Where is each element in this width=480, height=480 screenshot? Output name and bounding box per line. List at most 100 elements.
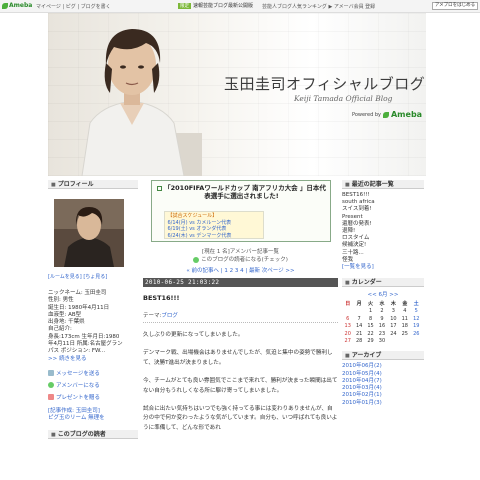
calendar-day[interactable]: 14 xyxy=(353,323,364,331)
calendar-day xyxy=(342,308,353,316)
weekday-header: 水 xyxy=(379,301,385,308)
recent-article-link[interactable]: 候補決定! xyxy=(342,242,424,249)
calendar-day[interactable]: 1 xyxy=(365,308,376,316)
header-portrait-photo xyxy=(81,29,202,176)
message-icon xyxy=(48,369,54,376)
sidebar-link[interactable]: ピグ玉のリーム 無理を xyxy=(48,415,138,422)
calendar-day xyxy=(353,308,364,316)
blog-header[interactable]: 玉田圭司オフィシャルブログ Keiji Tamada Official Blog… xyxy=(48,13,426,176)
calendar-day[interactable]: 9 xyxy=(376,315,387,323)
entry-title[interactable]: BEST16!!! xyxy=(143,294,338,302)
calendar-day[interactable]: 11 xyxy=(399,315,410,323)
member-icon xyxy=(48,381,54,388)
weekday-header: 月 xyxy=(356,301,362,308)
recent-article-link[interactable]: Present xyxy=(342,214,424,221)
recent-article-link[interactable]: スイス到着! xyxy=(342,206,424,213)
topbar-promo[interactable]: 限定 速報芸能ブログ最新公開版 xyxy=(178,2,253,9)
topbar-promo-secondary[interactable]: 芸能人ブログ人気ランキング ▶ アメーバ会員 登録 xyxy=(262,3,375,10)
calendar-day[interactable]: 30 xyxy=(376,338,387,346)
calendar-day[interactable]: 21 xyxy=(353,330,364,338)
calendar-day[interactable]: 4 xyxy=(399,308,410,316)
calendar-week-row: 20 21 22 23 24 25 26 xyxy=(342,330,422,338)
reader-icon xyxy=(193,257,200,263)
calendar-day[interactable]: 10 xyxy=(388,315,399,323)
entry-pager[interactable]: « 前の記事へ | 1 2 3 4 | 最新 次ページ >> xyxy=(143,266,338,274)
calendar-days: 1 2 3 4 5 6 7 8 9 10 11 12 13 14 15 16 17 18 19 20 21 22 23 24 2… xyxy=(342,308,422,346)
calendar-day[interactable]: 19 xyxy=(411,323,422,331)
calendar-day[interactable]: 18 xyxy=(399,323,410,331)
promo-text: 速報芸能ブログ最新公開版 xyxy=(193,3,254,9)
profile-details: ニックネーム: 玉田圭司 性別: 男性 誕生日: 1980年4月11日 血液型:… xyxy=(48,290,124,363)
sidebar-links: [記事作成: 玉田圭司] ピグ玉のリーム 無理を xyxy=(48,408,138,422)
sidebar-link[interactable]: [記事作成: 玉田圭司] xyxy=(48,408,138,415)
recent-article-link[interactable]: 還暦の発表! xyxy=(342,221,424,228)
calendar-table: 日 月 火 水 木 金 土 1 2 3 4 5 6 7 8 9 10 11 12 13 14 15 16 17 1… xyxy=(342,300,422,345)
recent-articles-heading: 最近の記事一覧 xyxy=(342,180,424,189)
calendar-day xyxy=(411,338,422,346)
archive-link[interactable]: 2010年01月(3) xyxy=(342,400,424,407)
calendar-day[interactable]: 17 xyxy=(388,323,399,331)
calendar-day[interactable]: 27 xyxy=(342,338,353,346)
archive-heading: アーカイブ xyxy=(342,351,424,361)
calendar-week-row: 12345 xyxy=(342,308,422,316)
profile-more-link[interactable]: >> 続きを見る xyxy=(48,356,124,363)
calendar-day[interactable]: 13 xyxy=(342,323,353,331)
weekday-header: 日 xyxy=(345,301,351,308)
archive-link[interactable]: 2010年06月(2) xyxy=(342,363,424,370)
recent-article-link[interactable]: 三十路... xyxy=(342,250,424,257)
send-gift-button[interactable]: プレゼントを贈る xyxy=(48,393,138,401)
entry-theme: テーマ:ブログ xyxy=(143,311,338,323)
send-message-button[interactable]: メッセージを送る xyxy=(48,369,138,377)
calendar-day[interactable]: 25 xyxy=(399,330,410,338)
topbar-links[interactable]: マイページ | ピグ | ブログを書く xyxy=(36,3,111,10)
schedule-item[interactable]: 6/24(木) vs デンマーク代表 xyxy=(168,233,260,240)
start-blog-button[interactable]: アメブロをはじめる xyxy=(432,2,478,10)
calendar-day[interactable]: 8 xyxy=(365,315,376,323)
worldcup-promo-box[interactable]: 「2010FIFAワールドカップ 南アフリカ大会 」日本代表選手に選出されました… xyxy=(150,180,331,242)
calendar-day[interactable]: 12 xyxy=(411,315,422,323)
weekday-header: 木 xyxy=(390,301,396,308)
calendar-day[interactable]: 24 xyxy=(388,330,399,338)
weekday-header: 土 xyxy=(413,301,419,308)
calendar-month-nav[interactable]: << 6月 >> xyxy=(342,290,424,298)
become-member-button[interactable]: アメンバーになる xyxy=(48,381,138,389)
main-content: 「2010FIFAワールドカップ 南アフリカ大会 」日本代表選手に選出されました… xyxy=(143,180,338,442)
calendar-day[interactable]: 7 xyxy=(353,315,364,323)
recent-article-link[interactable]: 怪我 xyxy=(342,257,424,264)
gift-icon xyxy=(48,393,54,400)
calendar-day[interactable]: 16 xyxy=(376,323,387,331)
blog-title[interactable]: 玉田圭司オフィシャルブログ xyxy=(224,73,425,94)
calendar-heading: カレンダー xyxy=(342,278,424,288)
profile-photo[interactable] xyxy=(54,199,124,267)
entry-date: 2010-06-25 21:03:22 xyxy=(143,278,338,287)
calendar-day[interactable]: 5 xyxy=(411,308,422,316)
member-articles-link[interactable]: [現在 1 名]アメンバー記事一覧 xyxy=(143,248,338,256)
ameba-logo[interactable]: Ameba xyxy=(2,2,32,9)
become-reader-link[interactable]: このブログの読者になる(チェック) xyxy=(143,256,338,264)
archive-link[interactable]: 2010年02月(1) xyxy=(342,392,424,399)
theme-link[interactable]: ブログ xyxy=(161,313,178,319)
calendar-day[interactable]: 29 xyxy=(365,338,376,346)
powered-by-ameba[interactable]: Powered by Ameba xyxy=(352,110,422,119)
calendar-week-row: 27 28 29 30 xyxy=(342,338,422,346)
calendar-day[interactable]: 15 xyxy=(365,323,376,331)
calendar-day[interactable]: 3 xyxy=(388,308,399,316)
weekday-header: 火 xyxy=(368,301,374,308)
calendar-day[interactable]: 28 xyxy=(353,338,364,346)
match-schedule: 【試合スケジュール】 6/14(月) vs カメルーン代表 6/19(土) vs… xyxy=(163,211,264,240)
promo-badge: 限定 xyxy=(178,2,191,9)
profile-room-links[interactable]: [ルームを見る] [ちょ見る] xyxy=(48,273,138,280)
calendar-day[interactable]: 6 xyxy=(342,315,353,323)
entry-paragraph: デンマーク戦、出場機会はありませんでしたが、気迫と集中の姿勢で勝利して、決勝T進… xyxy=(143,350,333,366)
calendar-day[interactable]: 22 xyxy=(365,330,376,338)
readers-heading: このブログの読者 xyxy=(48,429,138,439)
blog-sub-links: [現在 1 名]アメンバー記事一覧 このブログの読者になる(チェック) xyxy=(143,248,338,264)
archive-link[interactable]: 2010年05月(4) xyxy=(342,371,424,378)
weekday-header: 金 xyxy=(402,301,408,308)
calendar-day[interactable]: 26 xyxy=(411,330,422,338)
calendar-day[interactable]: 23 xyxy=(376,330,387,338)
recent-article-link[interactable]: BEST16!!! xyxy=(342,192,424,199)
calendar-day[interactable]: 20 xyxy=(342,330,353,338)
calendar-day[interactable]: 2 xyxy=(376,308,387,316)
recent-list-more-link[interactable]: [一覧を見る] xyxy=(342,264,424,271)
